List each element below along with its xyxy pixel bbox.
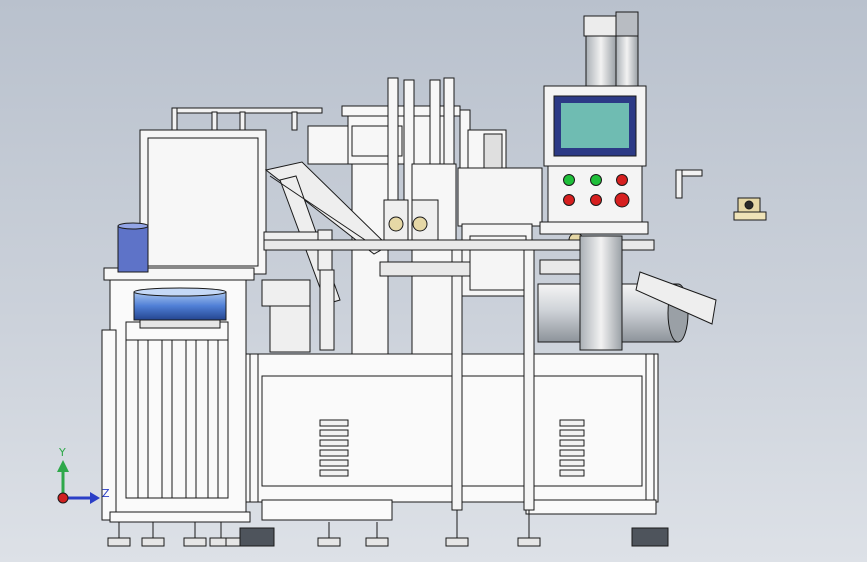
control-mast <box>583 11 639 89</box>
stop-button-3[interactable] <box>590 194 602 206</box>
cad-viewport[interactable]: Y Z <box>0 0 867 562</box>
y-axis-label: Y <box>58 446 66 459</box>
start-button-2[interactable] <box>590 174 602 186</box>
blue-tank <box>117 222 149 273</box>
blue-bowl-drum <box>133 287 227 329</box>
hmi-touchscreen[interactable] <box>553 95 637 157</box>
z-axis-arrow <box>90 492 100 504</box>
z-axis-label: Z <box>102 487 110 500</box>
top-rail <box>171 107 323 131</box>
axis-origin <box>57 492 69 504</box>
emergency-stop-button[interactable] <box>614 192 630 208</box>
stop-button-2[interactable] <box>563 194 575 206</box>
stop-button-1[interactable] <box>616 174 628 186</box>
spare-part <box>733 197 767 221</box>
start-button-1[interactable] <box>563 174 575 186</box>
y-axis-arrow <box>57 460 69 472</box>
side-bracket <box>675 169 703 199</box>
